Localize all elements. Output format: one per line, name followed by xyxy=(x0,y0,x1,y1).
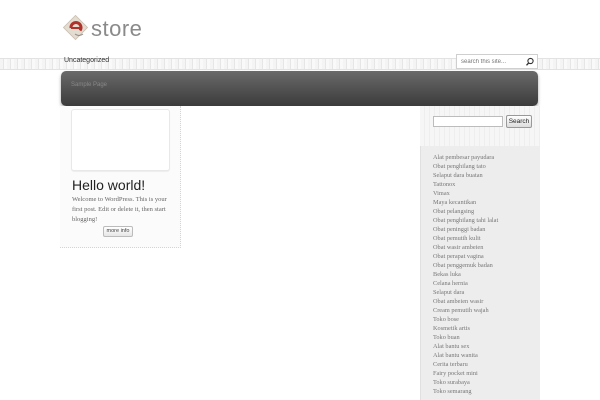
sidebar-link[interactable]: Obat pelangsing xyxy=(433,207,498,216)
sidebar-search-button[interactable]: Search xyxy=(506,115,532,128)
sidebar-link-list: Alat pembesar payudara Obat penghilang t… xyxy=(433,153,498,396)
sidebar-link[interactable]: Bekas luka xyxy=(433,270,498,279)
sidebar-link[interactable]: Fairy pocket mini xyxy=(433,369,498,378)
page-menu-bar: Sample Page xyxy=(61,71,538,106)
sidebar-link[interactable]: Obat penghilang tato xyxy=(433,162,498,171)
sidebar-link[interactable]: Toko buan xyxy=(433,333,498,342)
sidebar-link[interactable]: Selaput dara buatan xyxy=(433,171,498,180)
sidebar-link[interactable]: Obat penggemuk badan xyxy=(433,261,498,270)
post-title[interactable]: Hello world! xyxy=(72,177,145,193)
sidebar-link[interactable]: Celana hernia xyxy=(433,279,498,288)
sidebar-link[interactable]: Obat ambeien wasir xyxy=(433,297,498,306)
sidebar-link[interactable]: Alat bantu wanita xyxy=(433,351,498,360)
header-search-box xyxy=(456,54,538,69)
more-info-button[interactable]: more info xyxy=(103,226,133,237)
logo-mark-icon xyxy=(62,14,89,41)
sidebar-link[interactable]: Cream pemutih wajah xyxy=(433,306,498,315)
post-excerpt: Welcome to WordPress. This is your first… xyxy=(72,196,167,223)
header-search-input[interactable] xyxy=(461,57,521,67)
nav-item-uncategorized[interactable]: Uncategorized xyxy=(64,57,109,64)
sidebar-link[interactable]: Obat wasir ambeien xyxy=(433,243,498,252)
sidebar-link[interactable]: Obat penghilang tahi lalat xyxy=(433,216,498,225)
sidebar-link[interactable]: Maya kecantikan xyxy=(433,198,498,207)
sidebar-link[interactable]: Obat peninggi badan xyxy=(433,225,498,234)
sidebar-search-input[interactable] xyxy=(433,116,503,127)
sidebar-link[interactable]: Obat perapat vagina xyxy=(433,252,498,261)
sidebar-link[interactable]: Selaput dara xyxy=(433,288,498,297)
logo-text: store xyxy=(91,16,143,41)
sidebar-link[interactable]: Obat pemutih kulit xyxy=(433,234,498,243)
search-icon[interactable] xyxy=(523,56,536,68)
sidebar-link[interactable]: Vimax xyxy=(433,189,498,198)
menu-item-sample-page[interactable]: Sample Page xyxy=(71,82,107,88)
site-logo[interactable]: store xyxy=(62,10,152,48)
sidebar-link[interactable]: Cerita terbaru xyxy=(433,360,498,369)
sidebar-link[interactable]: Tattonox xyxy=(433,180,498,189)
sidebar-link[interactable]: Alat pembesar payudara xyxy=(433,153,498,162)
sidebar-link[interactable]: Kosmetik artis xyxy=(433,324,498,333)
sidebar-link[interactable]: Toko bose xyxy=(433,315,498,324)
sidebar-link[interactable]: Alat bantu sex xyxy=(433,342,498,351)
sidebar-link[interactable]: Toko surabaya xyxy=(433,378,498,387)
post-thumbnail[interactable] xyxy=(71,109,170,171)
sidebar-link[interactable]: Toko semarang xyxy=(433,387,498,396)
